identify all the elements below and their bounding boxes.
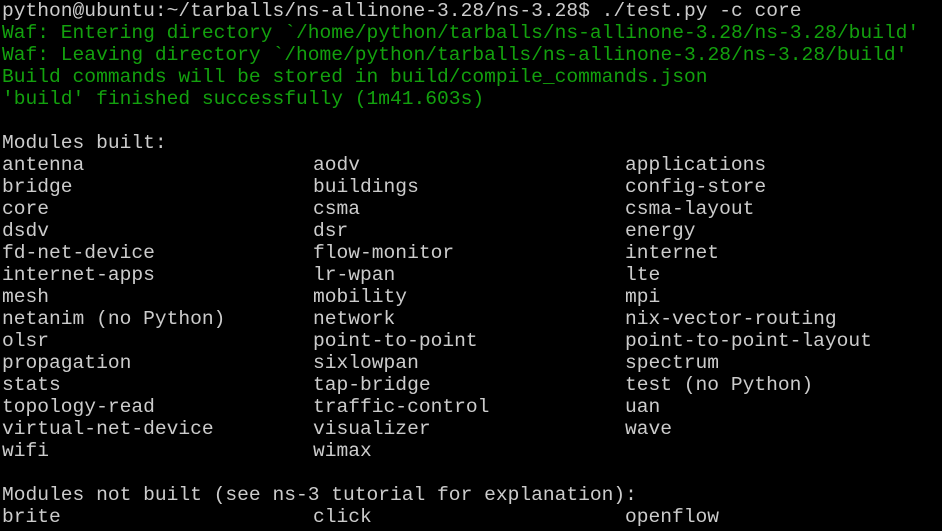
module-name: brite xyxy=(2,506,61,528)
waf-output-line: Waf: Entering directory `/home/python/ta… xyxy=(2,22,920,44)
module-name: csma xyxy=(313,198,361,220)
module-row: internet-apps lr-wpan lte xyxy=(0,264,942,286)
module-row: core csma csma-layout xyxy=(0,198,942,220)
module-name: aodv xyxy=(313,154,361,176)
module-name: dsdv xyxy=(2,220,50,242)
module-name: internet xyxy=(625,242,720,264)
module-name: csma-layout xyxy=(625,198,755,220)
waf-output-line: 'build' finished successfully (1m41.603s… xyxy=(2,88,485,110)
module-name: virtual-net-device xyxy=(2,418,214,440)
modules-not-built-header: Modules not built (see ns-3 tutorial for… xyxy=(2,484,637,506)
module-row: antenna aodv applications xyxy=(0,154,942,176)
terminal-window[interactable]: python@ubuntu:~/tarballs/ns-allinone-3.2… xyxy=(0,0,942,531)
module-name: nix-vector-routing xyxy=(625,308,837,330)
modules-not-built-list: brite click openflow xyxy=(0,506,942,528)
module-name: openflow xyxy=(625,506,720,528)
module-name: mobility xyxy=(313,286,408,308)
module-name: wifi xyxy=(2,440,50,462)
module-name: lte xyxy=(625,264,661,286)
module-name: mesh xyxy=(2,286,50,308)
module-row: netanim (no Python) network nix-vector-rou… xyxy=(0,308,942,330)
module-name: config-store xyxy=(625,176,767,198)
module-name: energy xyxy=(625,220,696,242)
modules-built-header: Modules built: xyxy=(2,132,167,154)
module-name: core xyxy=(2,198,50,220)
module-name: lr-wpan xyxy=(313,264,396,286)
module-row: brite click openflow xyxy=(0,506,942,528)
module-name: topology-read xyxy=(2,396,155,418)
module-row: olsr point-to-point point-to-point-layout xyxy=(0,330,942,352)
module-name: click xyxy=(313,506,372,528)
module-name: sixlowpan xyxy=(313,352,419,374)
module-row: fd-net-device flow-monitor internet xyxy=(0,242,942,264)
module-name: visualizer xyxy=(313,418,431,440)
module-row: bridge buildings config-store xyxy=(0,176,942,198)
module-name: dsr xyxy=(313,220,349,242)
module-row: propagation sixlowpan spectrum xyxy=(0,352,942,374)
module-name: spectrum xyxy=(625,352,720,374)
module-row: wifi wimax xyxy=(0,440,942,462)
module-name: uan xyxy=(625,396,661,418)
module-name: point-to-point-layout xyxy=(625,330,872,352)
module-row: virtual-net-device visualizer wave xyxy=(0,418,942,440)
module-name: wimax xyxy=(313,440,372,462)
module-name: traffic-control xyxy=(313,396,490,418)
module-name: fd-net-device xyxy=(2,242,155,264)
module-name: network xyxy=(313,308,396,330)
module-name: antenna xyxy=(2,154,85,176)
module-name: propagation xyxy=(2,352,132,374)
module-name: flow-monitor xyxy=(313,242,455,264)
module-name: bridge xyxy=(2,176,73,198)
module-row: stats tap-bridge test (no Python) xyxy=(0,374,942,396)
waf-output-line: Build commands will be stored in build/c… xyxy=(2,66,708,88)
module-name: test (no Python) xyxy=(625,374,814,396)
module-name: netanim (no Python) xyxy=(2,308,226,330)
module-name: mpi xyxy=(625,286,661,308)
modules-built-list: antenna aodv applications bridge buildings co… xyxy=(0,154,942,462)
module-name: point-to-point xyxy=(313,330,478,352)
waf-output-line: Waf: Leaving directory `/home/python/tar… xyxy=(2,44,908,66)
command-prompt-line: python@ubuntu:~/tarballs/ns-allinone-3.2… xyxy=(2,0,802,22)
module-name: internet-apps xyxy=(2,264,155,286)
module-row: mesh mobility mpi xyxy=(0,286,942,308)
module-name: wave xyxy=(625,418,673,440)
module-row: topology-read traffic-control uan xyxy=(0,396,942,418)
module-name: olsr xyxy=(2,330,50,352)
module-name: tap-bridge xyxy=(313,374,431,396)
module-name: stats xyxy=(2,374,61,396)
module-name: buildings xyxy=(313,176,419,198)
module-name: applications xyxy=(625,154,767,176)
module-row: dsdv dsr energy xyxy=(0,220,942,242)
